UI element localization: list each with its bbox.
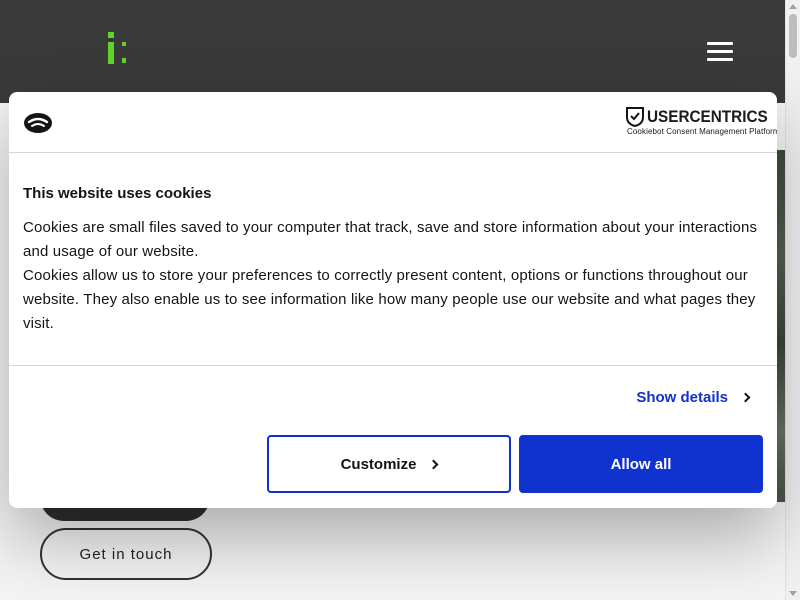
customize-button[interactable]: Customize <box>267 435 511 493</box>
allow-all-button[interactable]: Allow all <box>519 435 763 493</box>
scroll-thumb[interactable] <box>789 14 797 58</box>
usercentrics-wordmark: USERCENTRICS <box>647 107 768 126</box>
scrollbar[interactable] <box>785 0 800 600</box>
chevron-right-icon <box>740 392 751 403</box>
menu-line <box>707 58 733 61</box>
hamburger-menu-icon[interactable] <box>703 38 737 66</box>
chevron-right-icon <box>428 459 439 469</box>
cookiebot-logo-icon <box>24 113 52 133</box>
cookie-consent-dialog: USERCENTRICS Cookiebot Consent Managemen… <box>9 92 777 508</box>
site-header <box>0 0 785 103</box>
description-paragraph: Cookies allow us to store your preferenc… <box>23 267 756 332</box>
dialog-description: Cookies are small files saved to your co… <box>23 216 768 336</box>
dialog-header: USERCENTRICS Cookiebot Consent Managemen… <box>9 92 777 153</box>
usercentrics-brand: USERCENTRICS Cookiebot Consent Managemen… <box>626 106 777 138</box>
dialog-title: This website uses cookies <box>23 185 212 202</box>
menu-line <box>707 50 733 53</box>
dialog-body: This website uses cookies Cookies are sm… <box>23 184 768 336</box>
scroll-up-arrow-icon[interactable] <box>789 4 797 9</box>
shield-check-icon <box>626 107 644 127</box>
dialog-divider <box>9 365 777 366</box>
get-in-touch-button[interactable]: Get in touch <box>40 528 212 580</box>
scroll-down-arrow-icon[interactable] <box>789 591 797 596</box>
brand-tagline: Cookiebot Consent Management Platform <box>627 127 777 136</box>
brand-logo-icon[interactable] <box>106 30 134 70</box>
show-details-link[interactable]: Show details <box>636 389 751 406</box>
menu-line <box>707 42 733 45</box>
customize-label: Customize <box>340 455 417 473</box>
description-paragraph: Cookies are small files saved to your co… <box>23 219 758 260</box>
show-details-label: Show details <box>636 389 728 406</box>
